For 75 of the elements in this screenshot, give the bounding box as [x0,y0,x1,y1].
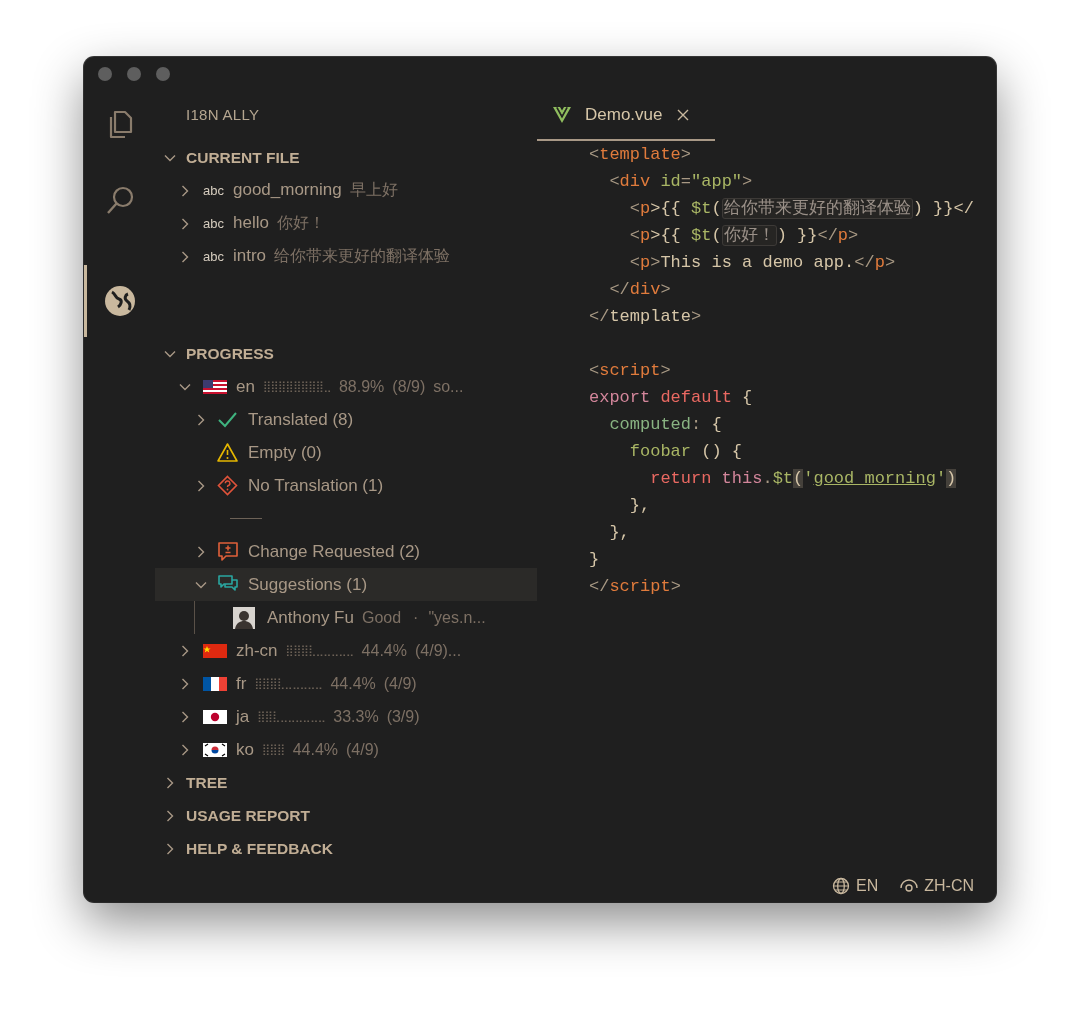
file-tab[interactable]: Demo.vue [537,90,715,141]
locale-name[interactable]: zh-cn [236,640,278,661]
minimize-window-button[interactable] [127,66,141,81]
progress-count: (3/9) [386,707,420,726]
code-line: <p>{{ $t(给你带来更好的翻译体验) }}</ [628,197,974,221]
code-line: }, [628,495,652,517]
locale-detail: so... [433,377,464,396]
string-symbol-icon: abc [203,183,224,198]
code-line: export default { [589,387,754,409]
suggestion-text[interactable]: Anthony Fu Good · "yes.n... [267,607,492,628]
section-header[interactable]: HELP & FEEDBACK [186,839,333,858]
globe-icon[interactable] [102,284,137,318]
progress-percent: 88.9% [338,377,385,396]
progress-percent: 44.4% [361,641,407,660]
progress-count: (4/9) [383,674,417,693]
progress-text: ⣿⣿⣇⣀⣀⣀⣀⣀⣀ [257,710,326,723]
progress-text: ⣿⣿⣿⣇⣀⣀⣀⣀⣀ [285,644,354,657]
translation-key[interactable]: good_morning 早上好 [232,180,398,201]
flag-icon [203,379,227,394]
comment-diff-icon [217,541,238,562]
eye-icon [900,877,919,895]
flag-icon [203,709,227,724]
status-group[interactable]: No Translation (1) [248,475,384,496]
code-line: foobar () { [628,441,744,463]
progress-text: ⣿⣿⣿ [261,743,285,756]
warning-icon [217,442,238,463]
progress-text: ⣿⣿⣿⣿⣿⣿⣿⣿⣀ [262,380,331,393]
avatar-icon [233,606,255,629]
status-group[interactable]: Translated (8) [248,409,354,430]
progress-count: (8/9) [392,377,426,396]
code-line: </script> [589,576,682,598]
progress-percent: 44.4% [330,674,376,693]
status-item[interactable]: ZH-CN [900,877,974,895]
code-line: }, [608,522,631,544]
flag-icon [203,643,227,658]
progress-percent: 44.4% [292,740,338,759]
string-symbol-icon: abc [203,249,224,264]
code-line: return this.$t('good_morning') [649,468,958,490]
question-diamond-icon [217,475,238,496]
status-group[interactable]: Change Requested (2) [248,541,420,562]
progress-percent: 33.3% [333,707,379,726]
section-header[interactable]: CURRENT FILE [186,148,300,167]
locale-name[interactable]: en [236,376,255,397]
close-icon[interactable] [676,107,691,122]
code-line: <script> [589,360,672,382]
panel-title: I18N ALLY [185,105,260,125]
close-window-button[interactable] [98,66,112,81]
vue-logo-icon [552,105,572,124]
zoom-window-button[interactable] [156,66,170,81]
progress-count: (4/9)... [414,641,462,660]
translation-key[interactable]: intro 给你带来更好的翻译体验 [232,246,451,267]
code-line: <p>{{ $t(你好！) }}</p> [628,224,860,248]
status-item[interactable]: EN [832,877,879,895]
section-header[interactable]: USAGE REPORT [186,806,310,825]
progress-text: ⣿⣿⣿⣇⣀⣀⣀⣀⣀ [254,677,323,690]
string-symbol-icon: abc [203,216,224,231]
status-group[interactable]: Suggestions (1) [248,574,368,595]
code-line: <div id="app"> [608,171,754,193]
code-line: <template> [589,144,693,166]
code-line: <p>This is a demo app.</p> [628,252,897,274]
code-line: </template> [589,306,703,328]
section-header[interactable]: TREE [186,773,228,792]
code-line: computed: { [608,414,723,436]
status-group[interactable]: Empty (0) [248,442,322,463]
locale-name[interactable]: fr [236,673,247,694]
translation-key[interactable]: hello 你好！ [232,213,325,234]
section-header[interactable]: PROGRESS [186,344,274,363]
code-line: </div> [608,279,672,301]
flag-icon [203,742,227,757]
flag-icon [203,676,227,691]
code-line: } [589,549,601,571]
locale-name[interactable]: ko [236,739,254,760]
locale-name[interactable]: ja [236,706,250,727]
globe-icon [832,877,850,895]
progress-count: (4/9) [346,740,379,759]
